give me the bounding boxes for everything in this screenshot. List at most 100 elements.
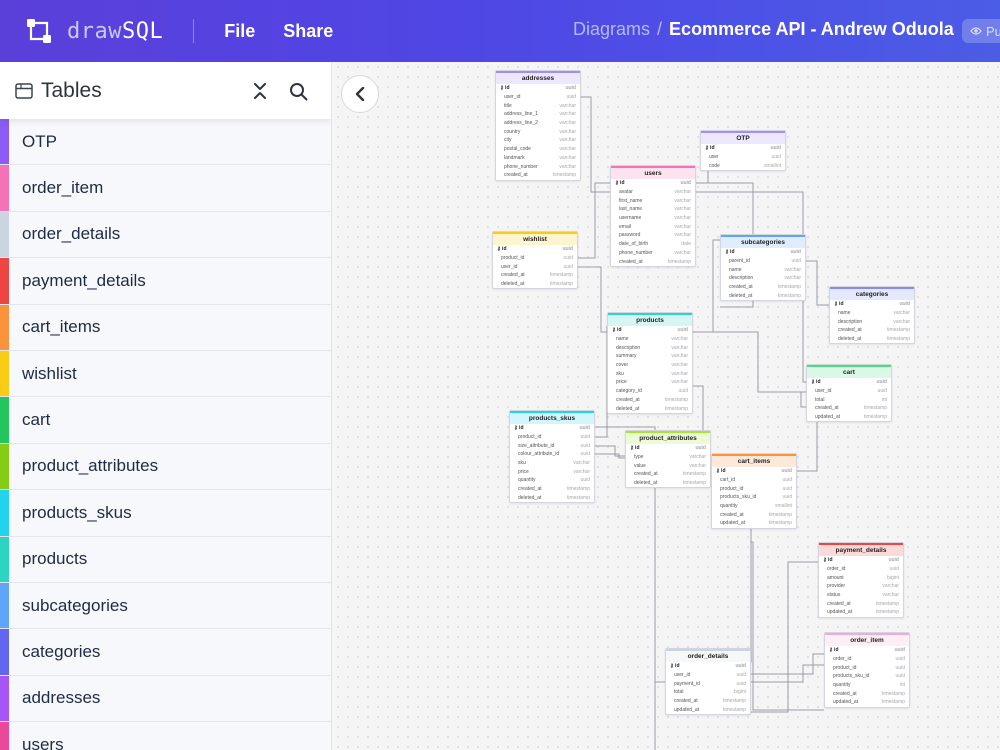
diagram-column[interactable]: created_at timestamp [496, 171, 580, 180]
sidebar-table-item[interactable]: order_item [0, 165, 331, 212]
diagram-column[interactable]: ⚷ id uuid [608, 326, 692, 335]
diagram-table-cart_items[interactable]: cart_items ⚷ id uuid cart_id uuid product_id u… [711, 453, 797, 529]
diagram-column[interactable]: products_sku_id uuid [825, 672, 909, 681]
sidebar-table-item[interactable]: order_details [0, 211, 331, 259]
diagram-column[interactable]: price varchar [608, 378, 692, 387]
diagram-column[interactable]: price varchar [510, 467, 594, 476]
diagram-column[interactable]: updated_at timestamp [819, 608, 903, 617]
diagram-table-addresses[interactable]: addresses ⚷ id uuid user_id uuid title varchar… [495, 70, 581, 181]
diagram-column[interactable]: landmark varchar [496, 154, 580, 163]
diagram-column[interactable]: total bigint [666, 688, 750, 697]
relationship-line[interactable] [578, 182, 610, 259]
diagram-column[interactable]: order_id uuid [825, 655, 909, 664]
diagram-column[interactable]: product_id uuid [712, 484, 796, 493]
diagram-column[interactable]: ⚷ id uuid [496, 84, 580, 93]
diagram-column[interactable]: provider varchar [819, 582, 903, 591]
diagram-column[interactable]: products_sku_id uuid [712, 493, 796, 502]
diagram-column[interactable]: name varchar [608, 335, 692, 344]
diagram-column[interactable]: total int [807, 395, 891, 404]
diagram-table-payment_details[interactable]: payment_details ⚷ id uuid order_id uuid amoun… [818, 542, 904, 618]
diagram-column[interactable]: city varchar [496, 136, 580, 145]
diagram-column[interactable]: deleted_at timestamp [626, 479, 710, 488]
diagram-column[interactable]: description varchar [830, 317, 914, 326]
diagram-column[interactable]: description varchar [608, 343, 692, 352]
diagram-column[interactable]: last_name varchar [611, 205, 695, 214]
diagram-column[interactable]: order_id uuid [819, 565, 903, 574]
diagram-column[interactable]: cover varchar [608, 361, 692, 370]
sidebar-table-item[interactable]: products_skus [0, 490, 331, 537]
diagram-column[interactable]: created_at timestamp [608, 396, 692, 405]
diagram-column[interactable]: name varchar [830, 309, 914, 318]
diagram-table-otp[interactable]: OTP ⚷ id uuid user uuid code smallint [700, 130, 786, 172]
relationship-line[interactable] [693, 239, 720, 333]
drawsql-logo[interactable]: drawSQL [25, 17, 163, 45]
diagram-title[interactable]: Ecommerce API - Andrew Oduola [669, 19, 954, 39]
diagram-table-header[interactable]: categories [830, 287, 914, 300]
diagram-column[interactable]: ⚷ id uuid [825, 646, 909, 655]
diagram-column[interactable]: username varchar [611, 214, 695, 223]
search-icon[interactable] [289, 82, 308, 101]
diagram-column[interactable]: country varchar [496, 127, 580, 136]
diagram-column[interactable]: code smallint [701, 161, 785, 170]
sidebar-table-item[interactable]: cart [0, 397, 331, 444]
collapse-all-icon[interactable] [252, 82, 268, 100]
diagram-table-header[interactable]: order_details [666, 649, 750, 662]
diagram-column[interactable]: ⚷ id uuid [819, 556, 903, 565]
diagram-column[interactable]: deleted_at timestamp [721, 291, 805, 300]
sidebar-table-item[interactable]: product_attributes [0, 443, 331, 491]
relationship-line[interactable] [751, 561, 818, 713]
sidebar-table-item[interactable]: wishlist [0, 350, 331, 398]
diagram-column[interactable]: payment_id uuid [666, 679, 750, 688]
diagram-column[interactable]: deleted_at timestamp [608, 404, 692, 413]
diagram-column[interactable]: user uuid [701, 153, 785, 162]
diagram-column[interactable]: ⚷ id uuid [626, 444, 710, 453]
diagram-table-header[interactable]: products_skus [510, 411, 594, 424]
diagram-column[interactable]: updated_at timestamp [807, 413, 891, 422]
diagram-column[interactable]: ⚷ id uuid [611, 179, 695, 188]
diagram-table-header[interactable]: OTP [701, 131, 785, 144]
diagram-column[interactable]: updated_at timestamp [825, 698, 909, 707]
diagram-column[interactable]: ⚷ id uuid [510, 424, 594, 433]
diagram-column[interactable]: cart_id uuid [712, 476, 796, 485]
diagram-table-header[interactable]: cart_items [712, 454, 796, 467]
relationship-line[interactable] [595, 326, 608, 438]
share-menu[interactable]: Share [283, 21, 333, 42]
diagram-table-users[interactable]: users ⚷ id uuid avatar varchar first_name varc… [610, 165, 696, 267]
diagram-table-categories[interactable]: categories ⚷ id uuid name varchar description… [829, 286, 915, 345]
visibility-badge[interactable]: Pu [962, 19, 1000, 43]
diagram-column[interactable]: sku varchar [608, 369, 692, 378]
diagram-column[interactable]: password varchar [611, 231, 695, 240]
diagram-column[interactable]: summary varchar [608, 352, 692, 361]
diagram-column[interactable]: title varchar [496, 101, 580, 110]
diagram-table-product_attributes[interactable]: product_attributes ⚷ id uuid type varchar val… [625, 430, 711, 489]
sidebar-table-item[interactable]: categories [0, 629, 331, 676]
diagram-column[interactable]: ⚷ id uuid [666, 662, 750, 671]
diagram-table-header[interactable]: product_attributes [626, 431, 710, 444]
diagram-column[interactable]: created_at timestamp [626, 470, 710, 479]
diagram-column[interactable]: name varchar [721, 265, 805, 274]
diagram-column[interactable]: avatar varchar [611, 188, 695, 197]
diagram-column[interactable]: created_at timestamp [712, 510, 796, 519]
diagram-table-cart[interactable]: cart ⚷ id uuid user_id uuid total int created_a… [806, 364, 892, 423]
sidebar-table-item[interactable]: cart_items [0, 304, 331, 351]
diagram-column[interactable]: ⚷ id uuid [701, 144, 785, 153]
diagram-column[interactable]: first_name varchar [611, 196, 695, 205]
diagram-column[interactable]: quantity smallint [712, 502, 796, 511]
diagram-column[interactable]: user_id uuid [493, 262, 577, 271]
diagram-table-products_skus[interactable]: products_skus ⚷ id uuid product_id uuid size_… [509, 410, 595, 504]
diagram-column[interactable]: user_id uuid [666, 671, 750, 680]
diagram-column[interactable]: product_id uuid [493, 254, 577, 263]
diagram-column[interactable]: phone_number varchar [496, 162, 580, 171]
diagram-table-wishlist[interactable]: wishlist ⚷ id uuid product_id uuid user_id uui… [492, 231, 578, 290]
diagram-column[interactable]: created_at timestamp [493, 271, 577, 280]
diagram-column[interactable]: product_id uuid [510, 433, 594, 442]
diagram-column[interactable]: ⚷ id uuid [712, 467, 796, 476]
diagram-column[interactable]: product_id uuid [825, 663, 909, 672]
diagram-column[interactable]: type varchar [626, 453, 710, 462]
diagram-table-order_details[interactable]: order_details ⚷ id uuid user_id uuid payment_… [665, 648, 751, 716]
diagram-column[interactable]: date_of_birth date [611, 240, 695, 249]
diagram-column[interactable]: amount bigint [819, 573, 903, 582]
diagram-table-header[interactable]: addresses [496, 71, 580, 84]
diagram-column[interactable]: created_at timestamp [819, 599, 903, 608]
diagram-column[interactable]: created_at timestamp [666, 697, 750, 706]
